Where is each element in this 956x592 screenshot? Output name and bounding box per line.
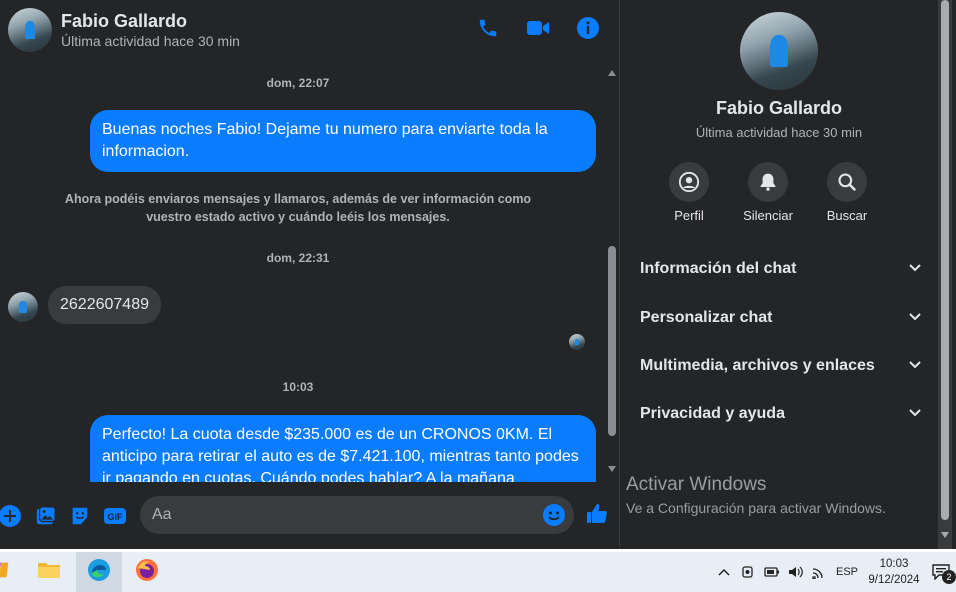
chat-header: Fabio Gallardo Última actividad hace 30 … [0, 0, 620, 60]
contact-avatar[interactable] [8, 8, 52, 52]
bell-icon [748, 162, 788, 202]
watermark-subtitle: Ve a Configuración para activar Windows. [626, 500, 886, 516]
emoji-icon[interactable] [542, 503, 566, 532]
section-title: Personalizar chat [640, 309, 773, 326]
notification-count-badge: 2 [942, 570, 956, 584]
message-input-container [140, 496, 574, 534]
panel-contact-status: Última actividad hace 30 min [695, 125, 863, 140]
firefox-icon [135, 558, 159, 587]
contact-profile-photo[interactable] [740, 12, 818, 90]
sticker-icon[interactable] [68, 504, 92, 528]
profile-button[interactable]: Perfil [659, 162, 719, 223]
taskbar-app-edge[interactable] [76, 552, 122, 592]
language-indicator[interactable]: ESP [832, 566, 862, 578]
seen-receipt-avatar [569, 334, 585, 350]
svg-text:GIF: GIF [108, 512, 124, 522]
scroll-down-arrow[interactable] [608, 466, 616, 472]
section-chat-info[interactable]: Información del chat [640, 252, 922, 286]
messenger-window: Fabio Gallardo Última actividad hace 30 … [0, 0, 956, 549]
composer-bar: GIF [0, 492, 620, 540]
wifi-icon[interactable] [808, 560, 832, 584]
edge-icon [87, 558, 111, 587]
page-scroll-thumb[interactable] [941, 0, 949, 520]
windows-activation-watermark: Activar Windows Ve a Configuración para … [626, 474, 886, 516]
clock-time: 10:03 [879, 558, 909, 570]
taskbar-app-file-explorer[interactable] [26, 552, 72, 592]
outgoing-message[interactable]: Perfecto! La cuota desde $235.000 es de … [90, 415, 596, 482]
section-privacy-help[interactable]: Privacidad y ayuda [640, 397, 922, 431]
page-scroll-down-arrow[interactable] [941, 532, 949, 538]
message-list[interactable]: dom, 22:07 Buenas noches Fabio! Dejame t… [0, 66, 606, 482]
scroll-thumb[interactable] [608, 246, 616, 436]
timestamp: dom, 22:31 [266, 251, 330, 265]
chevron-down-icon [908, 309, 922, 327]
message-scrollbar[interactable] [606, 66, 618, 482]
profile-label: Perfil [674, 208, 704, 223]
mute-label: Silenciar [743, 208, 793, 223]
search-label: Buscar [826, 208, 868, 223]
system-notice: Ahora podéis enviaros mensajes y llamaro… [64, 192, 532, 224]
gif-icon[interactable]: GIF [103, 504, 127, 528]
profile-icon [669, 162, 709, 202]
section-title: Multimedia, archivos y enlaces [640, 357, 875, 374]
taskbar-app-firefox[interactable] [124, 552, 170, 592]
contact-info-panel: Fabio Gallardo Última actividad hace 30 … [621, 0, 937, 549]
phone-icon[interactable] [476, 16, 500, 40]
battery-icon[interactable] [760, 560, 784, 584]
search-button[interactable]: Buscar [817, 162, 877, 223]
timestamp: dom, 22:07 [266, 76, 330, 90]
outgoing-message[interactable]: Buenas noches Fabio! Dejame tu numero pa… [90, 110, 596, 172]
clock[interactable]: 10:03 9/12/2024 [862, 556, 926, 588]
contact-name[interactable]: Fabio Gallardo [61, 10, 240, 32]
section-title: Privacidad y ayuda [640, 405, 785, 422]
info-icon[interactable] [576, 16, 600, 40]
mute-button[interactable]: Silenciar [738, 162, 798, 223]
taskbar-app-copilot[interactable] [0, 552, 24, 592]
chevron-down-icon [908, 405, 922, 423]
volume-icon[interactable] [784, 560, 808, 584]
thumbs-up-icon[interactable] [585, 502, 609, 526]
chevron-down-icon [908, 357, 922, 375]
scroll-up-arrow[interactable] [608, 70, 616, 76]
watermark-title: Activar Windows [626, 474, 767, 495]
copilot-icon [0, 559, 12, 586]
contact-avatar-small [8, 292, 38, 322]
gallery-icon[interactable] [34, 504, 58, 528]
search-icon [827, 162, 867, 202]
clock-date: 9/12/2024 [868, 574, 920, 586]
plus-icon[interactable] [0, 504, 22, 528]
chevron-up-icon[interactable] [712, 560, 736, 584]
meet-now-icon[interactable] [736, 560, 760, 584]
section-title: Información del chat [640, 260, 797, 277]
folder-icon [37, 560, 61, 585]
timestamp: 10:03 [282, 380, 314, 394]
page-scrollbar[interactable] [938, 0, 952, 549]
notification-center-icon[interactable]: 2 [926, 560, 956, 584]
section-media-files-links[interactable]: Multimedia, archivos y enlaces [640, 349, 922, 383]
incoming-message[interactable]: 2622607489 [48, 286, 161, 324]
section-customize-chat[interactable]: Personalizar chat [640, 301, 922, 335]
contact-status: Última actividad hace 30 min [61, 33, 240, 49]
chevron-down-icon [908, 260, 922, 278]
chat-pane: Fabio Gallardo Última actividad hace 30 … [0, 0, 620, 549]
system-tray: ESP 10:03 9/12/2024 2 [712, 552, 956, 592]
windows-taskbar: ESP 10:03 9/12/2024 2 [0, 552, 956, 592]
video-call-icon[interactable] [526, 16, 550, 40]
message-input[interactable] [152, 506, 532, 524]
panel-contact-name: Fabio Gallardo [715, 98, 843, 118]
